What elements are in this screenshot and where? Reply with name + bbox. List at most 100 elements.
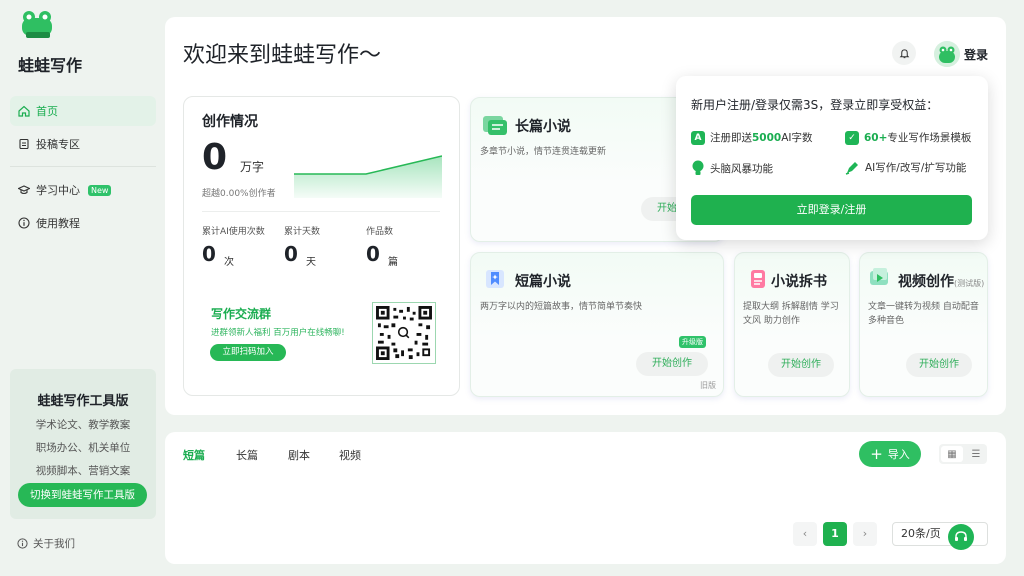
toolbox-line: 学术论文、教学教案 xyxy=(35,419,131,431)
metric-unit: 篇 xyxy=(388,257,398,268)
submit-icon xyxy=(19,138,29,150)
card-book-split[interactable]: 小说拆书 提取大纲 拆解剧情 学习文风 助力创作 开始创作 xyxy=(734,252,850,397)
total-words: 0 xyxy=(202,137,228,178)
card-title-text: 视频创作 xyxy=(898,274,954,290)
upgrade-badge: 升级版 xyxy=(679,336,706,348)
page-title: 欢迎来到蛙蛙写作～ xyxy=(183,43,382,68)
toolbox-line: 视频脚本、营销文案 xyxy=(35,465,131,477)
avatar[interactable] xyxy=(934,41,960,67)
login-link[interactable]: 登录 xyxy=(964,46,988,63)
metric-unit: 天 xyxy=(306,257,316,268)
info-icon xyxy=(17,538,28,549)
card-desc: 两万字以内的短篇故事，情节简单节奏快 xyxy=(480,302,643,312)
import-label: 导入 xyxy=(887,448,910,461)
start-create-button[interactable]: 开始创作 xyxy=(636,352,708,376)
toolbox-title: 蛙蛙写作工具版 xyxy=(37,394,129,409)
info-icon xyxy=(18,217,30,229)
metric-label: 作品数 xyxy=(366,227,394,237)
card-short-novel[interactable]: 短篇小说 两万字以内的短篇故事，情节简单节奏快 升级版 开始创作 旧版 xyxy=(470,252,724,397)
card-video[interactable]: 视频创作(测试版) 文章一键转为视频 自动配音多种音色 开始创作 xyxy=(859,252,988,397)
list-view-icon[interactable]: ☰ xyxy=(965,444,987,464)
card-desc: 提取大纲 拆解剧情 学习文风 助力创作 xyxy=(743,302,839,326)
toolbox-promo: 蛙蛙写作工具版 学术论文、教学教案 职场办公、机关单位 视频脚本、营销文案 切换… xyxy=(10,369,156,519)
graduation-icon xyxy=(18,185,30,195)
sidebar-item-label: 学习中心 xyxy=(36,184,80,197)
start-create-button[interactable]: 开始创作 xyxy=(768,353,834,377)
qr-code xyxy=(372,302,436,364)
import-button[interactable]: + 导入 xyxy=(859,441,921,467)
perk-text: 注册即送5000AI字数 xyxy=(710,132,813,144)
perk-text: 头脑风暴功能 xyxy=(710,162,773,175)
start-create-button[interactable]: 开始创作 xyxy=(906,353,972,377)
prev-page-button[interactable]: ‹ xyxy=(793,522,817,546)
toolbox-line: 职场办公、机关单位 xyxy=(35,442,131,454)
template-icon: ✓ xyxy=(845,130,859,145)
notification-button[interactable] xyxy=(892,41,916,65)
about-us-label: 关于我们 xyxy=(33,538,75,550)
group-subtitle: 进群领新人福利 百万用户在线畅聊! xyxy=(211,328,345,338)
next-page-button[interactable]: › xyxy=(853,522,877,546)
grid-view-icon[interactable]: ▦ xyxy=(941,446,963,462)
perk-item: A 注册即送5000AI字数 xyxy=(691,130,813,145)
card-title: 小说拆书 xyxy=(771,274,827,290)
stats-card: 创作情况 0 万字 超越0.00%创作者 累计AI使用次数 0 次 累计天数 0… xyxy=(183,96,460,396)
login-benefits-popup: 新用户注册/登录仅需3S，登录立即享受权益： A 注册即送5000AI字数 ✓ … xyxy=(676,76,988,240)
stats-divider xyxy=(202,211,440,212)
perk-item: 头脑风暴功能 xyxy=(691,160,773,176)
video-icon xyxy=(870,268,888,285)
perk-text: AI写作/改写/扩写功能 xyxy=(865,162,967,174)
sidebar-item-learning[interactable]: 学习中心 New xyxy=(10,175,156,205)
new-badge: New xyxy=(88,184,112,196)
exceed-text: 超越0.00%创作者 xyxy=(202,189,276,199)
plus-icon: + xyxy=(870,444,883,463)
pen-icon xyxy=(845,162,858,175)
sidebar-item-home[interactable]: 首页 xyxy=(10,96,156,126)
frog-logo-icon[interactable] xyxy=(20,10,54,40)
tab-video[interactable]: 视频 xyxy=(339,447,361,463)
metric-value: 0 xyxy=(284,242,298,266)
letter-a-icon: A xyxy=(691,130,705,145)
book-split-icon xyxy=(751,270,765,288)
bookmark-icon xyxy=(486,270,504,288)
trend-chart xyxy=(294,155,442,198)
sidebar-item-label: 使用教程 xyxy=(36,217,80,230)
perk-item: ✓ 60+专业写作场景模板 xyxy=(845,130,971,145)
bulb-icon xyxy=(692,160,704,175)
sidebar-item-label: 首页 xyxy=(36,105,58,118)
sidebar-item-submit[interactable]: 投稿专区 xyxy=(10,129,156,159)
metric-value: 0 xyxy=(202,242,216,266)
metric-value: 0 xyxy=(366,242,380,266)
home-icon xyxy=(18,105,30,117)
sidebar-divider xyxy=(10,166,156,167)
tab-short[interactable]: 短篇 xyxy=(183,447,205,463)
total-unit: 万字 xyxy=(240,160,265,174)
sidebar-item-label: 投稿专区 xyxy=(36,138,80,151)
switch-toolbox-button[interactable]: 切换到蛙蛙写作工具版 xyxy=(18,483,147,507)
login-register-button[interactable]: 立即登录/注册 xyxy=(691,195,972,225)
page-number[interactable]: 1 xyxy=(823,522,847,546)
card-desc: 多章节小说，情节连贯连载更新 xyxy=(480,147,607,157)
metric-label: 累计天数 xyxy=(284,227,321,237)
sidebar: 蛙蛙写作 首页 投稿专区 学习中心 New 使用教程 蛙蛙写作工具版 学术论文、… xyxy=(0,0,165,576)
tab-long[interactable]: 长篇 xyxy=(236,447,258,463)
perk-text: 60+专业写作场景模板 xyxy=(864,132,972,144)
perk-item: AI写作/改写/扩写功能 xyxy=(845,160,966,175)
headset-icon xyxy=(955,531,967,541)
sidebar-item-tutorial[interactable]: 使用教程 xyxy=(10,208,156,238)
card-title: 视频创作(测试版) xyxy=(898,271,984,291)
works-panel: 短篇 长篇 剧本 视频 + 导入 ▦ ☰ ‹ 1 › 20条/页 xyxy=(165,432,1006,564)
group-title: 写作交流群 xyxy=(211,307,272,321)
old-version-link[interactable]: 旧版 xyxy=(700,380,716,391)
metric-label: 累计AI使用次数 xyxy=(202,227,265,237)
card-title: 短篇小说 xyxy=(515,274,571,290)
view-toggle: ▦ ☰ xyxy=(939,444,987,464)
tab-script[interactable]: 剧本 xyxy=(288,447,310,463)
card-title: 长篇小说 xyxy=(515,119,571,135)
customer-support-button[interactable] xyxy=(948,524,974,550)
stats-title: 创作情况 xyxy=(202,114,258,130)
metric-unit: 次 xyxy=(224,257,234,268)
popup-title: 新用户注册/登录仅需3S，登录立即享受权益： xyxy=(691,98,939,112)
book-icon xyxy=(483,116,507,135)
join-group-button[interactable]: 立即扫码加入 xyxy=(210,344,286,361)
about-us-link[interactable]: 关于我们 xyxy=(17,536,75,551)
